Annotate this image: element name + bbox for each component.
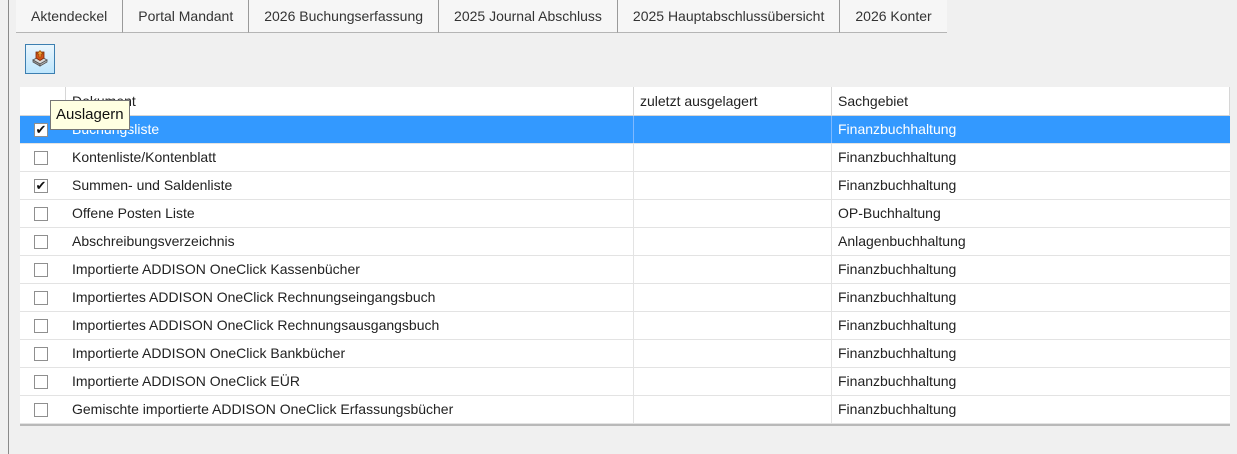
row-checkbox-cell — [20, 256, 66, 283]
subject-cell: Finanzbuchhaltung — [838, 149, 957, 165]
row-checkbox[interactable] — [34, 375, 48, 389]
last-exported-cell — [634, 228, 832, 255]
row-checkbox-cell — [20, 340, 66, 367]
export-button[interactable] — [25, 44, 55, 74]
table-row[interactable]: Offene Posten Liste OP-Buchhaltung — [20, 200, 1230, 228]
row-checkbox[interactable] — [34, 207, 48, 221]
table-row[interactable]: Importiertes ADDISON OneClick Rechnungsa… — [20, 312, 1230, 340]
row-checkbox[interactable]: ✔ — [34, 123, 48, 137]
tooltip: Auslagern — [50, 100, 130, 130]
subject-cell: Finanzbuchhaltung — [838, 345, 957, 361]
tab-aktendeckel[interactable]: Aktendeckel — [16, 0, 123, 33]
subject-cell: Finanzbuchhaltung — [838, 401, 957, 417]
grid-header: Dokument zuletzt ausgelagert Sachgebiet — [20, 87, 1230, 116]
tab-2026-buchungserfassung[interactable]: 2026 Buchungserfassung — [248, 0, 439, 33]
table-row[interactable]: Abschreibungsverzeichnis Anlagenbuchhaltu… — [20, 228, 1230, 256]
subject-cell: Finanzbuchhaltung — [838, 177, 957, 193]
row-checkbox-cell — [20, 312, 66, 339]
document-grid: Dokument zuletzt ausgelagert Sachgebiet … — [20, 87, 1230, 426]
subject-cell: Finanzbuchhaltung — [838, 121, 957, 137]
header-last-exported[interactable]: zuletzt ausgelagert — [634, 87, 832, 115]
last-exported-cell — [634, 312, 832, 339]
table-row[interactable]: Importierte ADDISON OneClick EÜR Finanzbu… — [20, 368, 1230, 396]
document-cell: Importierte ADDISON OneClick Kassenbüche… — [66, 256, 634, 283]
last-exported-cell — [634, 396, 832, 423]
tab-2025-journal-abschluss[interactable]: 2025 Journal Abschluss — [438, 0, 617, 33]
document-cell: Importierte ADDISON OneClick Bankbücher — [66, 340, 634, 367]
row-checkbox[interactable] — [34, 319, 48, 333]
export-book-icon — [32, 50, 48, 67]
last-exported-cell — [634, 256, 832, 283]
row-checkbox-cell — [20, 368, 66, 395]
last-exported-cell — [634, 340, 832, 367]
subject-cell: Finanzbuchhaltung — [838, 373, 957, 389]
last-exported-cell — [634, 284, 832, 311]
grid-body: ✔BuchungslisteFinanzbuchhaltungKontenlis… — [20, 116, 1230, 424]
subject-cell: OP-Buchhaltung — [838, 205, 941, 221]
table-row[interactable]: Gemischte importierte ADDISON OneClick E… — [20, 396, 1230, 424]
row-checkbox[interactable] — [34, 403, 48, 417]
document-cell: Importiertes ADDISON OneClick Rechnungse… — [66, 284, 634, 311]
tab-2026-konter[interactable]: 2026 Konter — [839, 0, 947, 33]
last-exported-cell — [634, 368, 832, 395]
window-left-border — [0, 0, 9, 454]
subject-cell: Finanzbuchhaltung — [838, 289, 957, 305]
document-cell: Importierte ADDISON OneClick EÜR — [66, 368, 634, 395]
document-cell: Gemischte importierte ADDISON OneClick E… — [66, 396, 634, 423]
row-checkbox[interactable] — [34, 235, 48, 249]
table-row[interactable]: ✔ Buchungsliste Finanzbuchhaltung — [20, 116, 1230, 144]
table-row[interactable]: Kontenliste/Kontenblatt Finanzbuchhaltung — [20, 144, 1230, 172]
subject-cell: Finanzbuchhaltung — [838, 317, 957, 333]
tab-portal-mandant[interactable]: Portal Mandant — [122, 0, 249, 33]
table-row[interactable]: Importierte ADDISON OneClick Kassenbüche… — [20, 256, 1230, 284]
table-row[interactable]: ✔ Summen- und Saldenliste Finanzbuchhaltun… — [20, 172, 1230, 200]
row-checkbox-cell — [20, 396, 66, 423]
document-cell: Summen- und Saldenliste — [66, 172, 634, 199]
row-checkbox-cell: ✔ — [20, 172, 66, 199]
document-cell: Offene Posten Liste — [66, 200, 634, 227]
header-document[interactable]: Dokument — [66, 87, 634, 115]
document-cell: Buchungsliste — [66, 116, 634, 143]
tab-bar: Aktendeckel Portal Mandant 2026 Buchungs… — [16, 0, 1237, 36]
header-subject[interactable]: Sachgebiet — [832, 87, 1230, 115]
document-cell: Kontenliste/Kontenblatt — [66, 144, 634, 171]
document-cell: Abschreibungsverzeichnis — [66, 228, 634, 255]
last-exported-cell — [634, 116, 832, 143]
row-checkbox[interactable] — [34, 347, 48, 361]
last-exported-cell — [634, 144, 832, 171]
row-checkbox[interactable] — [34, 291, 48, 305]
table-row[interactable]: Importierte ADDISON OneClick Bankbücher F… — [20, 340, 1230, 368]
row-checkbox-cell — [20, 144, 66, 171]
row-checkbox-cell — [20, 228, 66, 255]
subject-cell: Anlagenbuchhaltung — [838, 233, 966, 249]
row-checkbox[interactable] — [34, 263, 48, 277]
row-checkbox[interactable] — [34, 151, 48, 165]
document-cell: Importiertes ADDISON OneClick Rechnungsa… — [66, 312, 634, 339]
row-checkbox-cell — [20, 284, 66, 311]
row-checkbox-cell — [20, 200, 66, 227]
last-exported-cell — [634, 200, 832, 227]
row-checkbox[interactable]: ✔ — [34, 179, 48, 193]
last-exported-cell — [634, 172, 832, 199]
table-row[interactable]: Importiertes ADDISON OneClick Rechnungse… — [20, 284, 1230, 312]
subject-cell: Finanzbuchhaltung — [838, 261, 957, 277]
toolbar — [25, 44, 55, 74]
tab-2025-hauptabschlussuebersicht[interactable]: 2025 Hauptabschlussübersicht — [616, 0, 840, 33]
